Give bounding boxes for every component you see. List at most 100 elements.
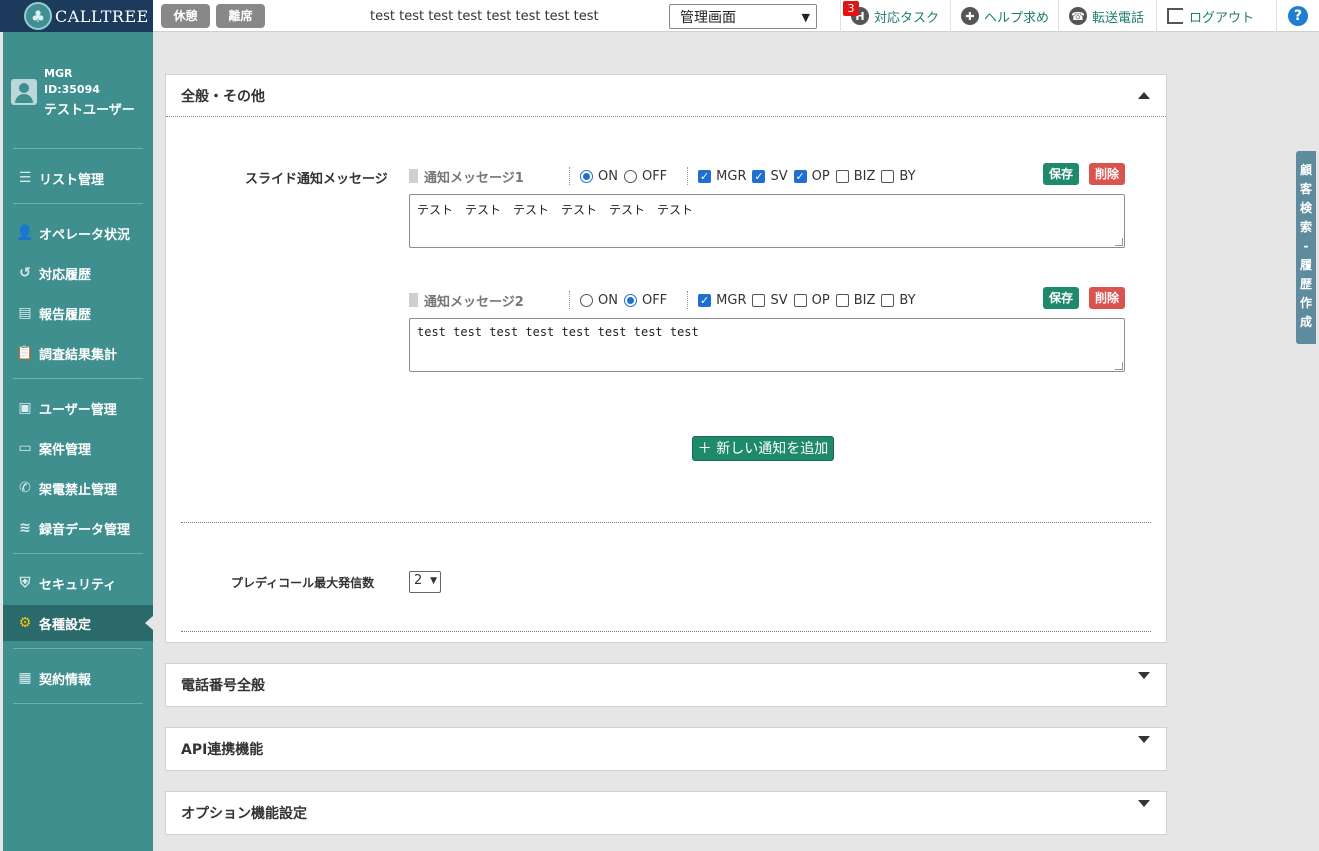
customer-search-tab[interactable]: 顧客検索 - 履歴作成 (1296, 151, 1316, 344)
checkbox-icon[interactable] (881, 169, 895, 183)
message-1-textarea[interactable]: テスト テスト テスト テスト テスト テスト (409, 194, 1125, 248)
logo-text: CALLTREE (55, 6, 149, 26)
radio-label: ON (598, 168, 618, 184)
general-panel-header[interactable]: 全般・その他 (166, 75, 1166, 117)
sidebar-item-label: 架電禁止管理 (39, 482, 118, 498)
panel-title: 電話番号全般 (181, 678, 265, 694)
checkbox-mgr[interactable]: ✓ MGR (698, 293, 746, 308)
save-button[interactable]: 保存 (1043, 163, 1079, 185)
on-radio[interactable]: ON (580, 169, 618, 184)
side-tab-char: 成 (1299, 315, 1312, 329)
radio-label: ON (598, 292, 618, 308)
folder-icon: ▭ (18, 440, 32, 456)
sidebar-item-projects[interactable]: ▭ 案件管理 (3, 430, 153, 466)
help-button[interactable]: ? (1276, 0, 1319, 32)
off-radio[interactable]: OFF (623, 169, 667, 184)
sidebar-item-users[interactable]: ▣ ユーザー管理 (3, 390, 153, 426)
checkbox-label: BY (899, 292, 916, 308)
checkbox-icon[interactable] (881, 293, 895, 307)
logo[interactable]: ♣ CALLTREE (0, 0, 153, 32)
delete-button[interactable]: 削除 (1089, 287, 1125, 309)
on-radio[interactable]: ON (580, 293, 618, 308)
delete-button[interactable]: 削除 (1089, 163, 1125, 185)
message-2-controls: 通知メッセージ2 ON OFF ✓ MGR SV OP BIZ BY (409, 289, 922, 311)
checkbox-icon[interactable] (835, 293, 849, 307)
checkbox-checked-icon[interactable]: ✓ (698, 293, 712, 307)
checkbox-by[interactable]: BY (881, 292, 916, 308)
sidebar-item-survey[interactable]: 📋 調査結果集計 (3, 335, 153, 371)
checkbox-mgr[interactable]: ✓ MGR (698, 169, 746, 184)
message-2-textarea[interactable]: test test test test test test test test (409, 318, 1125, 372)
logout-link[interactable]: ログアウト (1156, 0, 1276, 32)
add-notification-button[interactable]: ＋ 新しい通知を追加 (692, 436, 834, 461)
api-settings-panel[interactable]: API連携機能 (165, 727, 1167, 771)
help-request-label: ヘルプ求め (984, 10, 1050, 26)
checkbox-checked-icon[interactable]: ✓ (752, 169, 766, 183)
side-tab-char: - (1303, 239, 1309, 253)
collapse-arrow-icon[interactable] (1138, 92, 1150, 99)
checkbox-biz[interactable]: BIZ (835, 293, 875, 308)
logout-label: ログアウト (1189, 10, 1255, 26)
sidebar-item-recordings[interactable]: ≋ 録音データ管理 (3, 510, 153, 546)
expand-arrow-icon[interactable] (1138, 736, 1150, 743)
message-title-text: 通知メッセージ2 (424, 294, 524, 310)
panel-title: オプション機能設定 (181, 806, 307, 822)
sidebar-item-history[interactable]: ↺ 対応履歴 (3, 255, 153, 291)
expand-arrow-icon[interactable] (1138, 672, 1150, 679)
checkbox-checked-icon[interactable]: ✓ (793, 169, 807, 183)
transfer-call-link[interactable]: ☎ 転送電話 (1058, 0, 1156, 32)
logout-icon (1167, 8, 1183, 24)
break-button[interactable]: 休憩 (161, 4, 210, 28)
sidebar-item-report[interactable]: ▤ 報告履歴 (3, 295, 153, 331)
phone-panel-header[interactable]: 電話番号全般 (166, 664, 1166, 706)
sidebar-item-operator[interactable]: 👤 オペレータ状況 (3, 215, 153, 251)
api-panel-header[interactable]: API連携機能 (166, 728, 1166, 770)
checkbox-sv[interactable]: ✓ SV (752, 169, 788, 184)
off-radio[interactable]: OFF (623, 292, 668, 308)
radio-label: OFF (641, 292, 668, 308)
checkbox-label: BY (899, 168, 916, 184)
sidebar-item-contract[interactable]: ▦ 契約情報 (3, 660, 153, 696)
lifebuoy-icon: ✚ (961, 7, 979, 25)
phone-transfer-icon: ☎ (1069, 7, 1087, 25)
resize-handle-icon[interactable] (1115, 238, 1123, 246)
phone-settings-panel[interactable]: 電話番号全般 (165, 663, 1167, 707)
radio-selected-icon[interactable] (623, 293, 637, 307)
message-2-title: 通知メッセージ2 (409, 291, 559, 310)
checkbox-biz[interactable]: BIZ (835, 169, 875, 184)
radio-icon[interactable] (580, 293, 593, 307)
expand-arrow-icon[interactable] (1138, 800, 1150, 807)
sidebar-item-label: ユーザー管理 (39, 402, 117, 418)
checkbox-op[interactable]: OP (793, 293, 830, 308)
radio-icon[interactable] (623, 169, 637, 183)
checkbox-op[interactable]: ✓ OP (793, 169, 830, 184)
side-tab-char: 歴 (1299, 277, 1312, 291)
save-button[interactable]: 保存 (1043, 287, 1079, 309)
drag-handle-icon[interactable] (409, 169, 418, 183)
sidebar-item-call-block[interactable]: ✆ 架電禁止管理 (3, 470, 153, 506)
checkbox-icon[interactable] (835, 169, 849, 183)
sidebar-item-settings[interactable]: ⚙ 各種設定 (3, 605, 153, 641)
help-request-link[interactable]: ✚ ヘルプ求め (950, 0, 1058, 32)
resize-handle-icon[interactable] (1115, 362, 1123, 370)
checkbox-checked-icon[interactable]: ✓ (698, 169, 712, 183)
option-settings-panel[interactable]: オプション機能設定 (165, 791, 1167, 835)
side-tab-char: 作 (1299, 296, 1312, 310)
checkbox-icon[interactable] (793, 293, 807, 307)
predictive-call-select[interactable]: 2 ▼ (409, 571, 441, 593)
drag-handle-icon[interactable] (409, 293, 418, 307)
sidebar-item-security[interactable]: ⛨ セキュリティ (3, 565, 153, 601)
checkbox-by[interactable]: BY (881, 168, 916, 184)
radio-selected-icon[interactable] (580, 169, 593, 183)
option-panel-header[interactable]: オプション機能設定 (166, 792, 1166, 834)
sidebar-divider (13, 148, 143, 149)
operator-icon: 👤 (16, 225, 34, 241)
checkbox-icon[interactable] (752, 293, 766, 307)
screen-select-value: 管理画面 (680, 10, 736, 26)
checkbox-label: MGR (716, 168, 747, 184)
checkbox-sv[interactable]: SV (752, 293, 788, 308)
sidebar-item-list[interactable]: ☰ リスト管理 (3, 160, 153, 196)
screen-select[interactable]: 管理画面 ▼ (669, 4, 817, 29)
report-icon: ▤ (18, 305, 32, 321)
away-button[interactable]: 離席 (216, 4, 265, 28)
